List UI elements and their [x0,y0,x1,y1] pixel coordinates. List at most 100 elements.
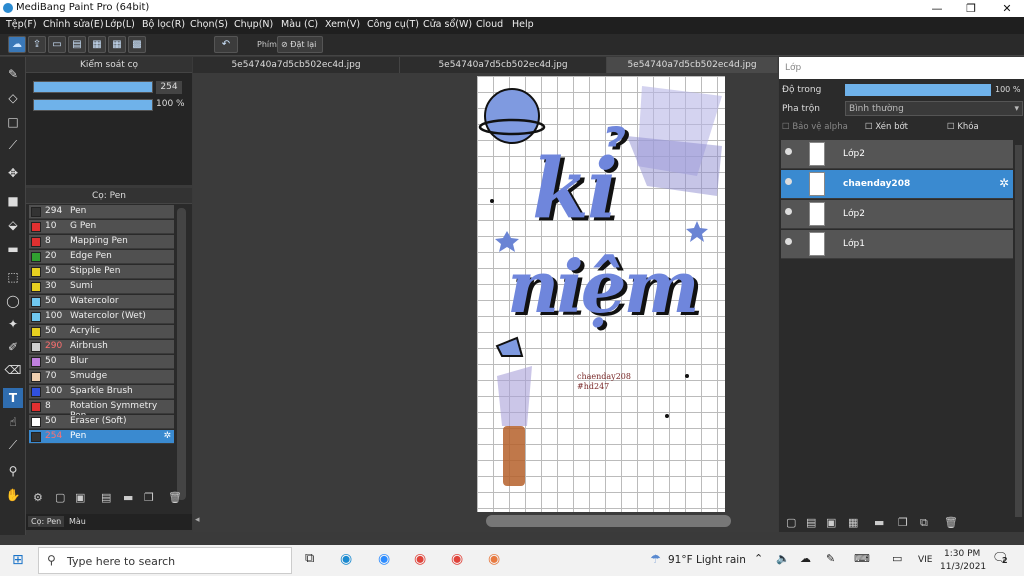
brush-item[interactable]: 100 Watercolor (Wet) [29,310,174,324]
dot-tool-icon[interactable]: □ [3,112,23,132]
layer-item[interactable]: Lớp1 [781,230,1013,259]
menu-select[interactable]: Chọn(S) [190,19,228,30]
brush-item[interactable]: 50 Acrylic [29,325,174,339]
layer-item[interactable]: Lớp2 [781,140,1013,169]
menu-filter[interactable]: Bộ lọc(R) [142,19,185,30]
layer-item[interactable]: Lớp2 [781,200,1013,229]
layer-item[interactable]: chaenday208 ✲ [781,170,1013,199]
brush-item[interactable]: 50 Eraser (Soft) [29,415,174,429]
tray-chevron-icon[interactable]: ⌃ [754,552,763,565]
size-slider[interactable] [33,81,153,93]
eye-icon[interactable] [785,178,792,185]
task-view-icon[interactable]: ⧉ [305,551,314,566]
copy-brush-icon[interactable]: ❐ [144,491,154,504]
layer-settings-icon[interactable]: ✲ [999,176,1009,190]
eye-icon[interactable] [785,208,792,215]
close-button[interactable]: ✕ [990,0,1024,17]
layer-scrollbar[interactable] [1015,145,1022,517]
language-indicator[interactable]: VIE [918,555,933,565]
brush-item[interactable]: 50 Stipple Pen [29,265,174,279]
text-tool-icon[interactable]: T [3,388,23,408]
size-value[interactable]: 254 [156,81,182,94]
divide-tool-icon[interactable]: ⟋ [3,435,23,455]
minimize-button[interactable]: — [920,0,954,17]
trash-icon[interactable]: 🗑 [168,491,182,504]
lock-checkbox[interactable]: ☐ Khóa [947,122,1023,132]
brush-item[interactable]: 70 Smudge [29,370,174,384]
network-icon[interactable]: ▭ [892,552,902,565]
brush-item[interactable]: 294 Pen [29,205,174,219]
eye-icon[interactable] [785,238,792,245]
brush-item[interactable]: 100 Sparkle Brush [29,385,174,399]
brush-item[interactable]: 50 Blur [29,355,174,369]
weather-text[interactable]: 91°F Light rain [668,554,746,566]
cloud-tray-icon[interactable]: ☁ [800,552,811,565]
scroll-left-icon[interactable]: ◂ [195,515,200,525]
tiles-icon[interactable]: ▩ [128,36,146,53]
menu-layer[interactable]: Lớp(L) [105,19,135,30]
edge-icon[interactable]: ◉ [340,551,352,567]
blend-mode-select[interactable]: Bình thường ▾ [845,101,1023,116]
menu-view[interactable]: Xem(V) [325,19,360,30]
brush-item[interactable]: 254 Pen ✲ [29,430,174,444]
brush-item[interactable]: 290 Airbrush [29,340,174,354]
duplicate-layer-icon[interactable]: ❐ [898,516,908,529]
layer-folder-icon[interactable]: ▬ [874,516,884,529]
cloud-icon[interactable]: ☁ [8,36,26,53]
reset-button[interactable]: ⊘ Đặt lại [277,36,323,53]
brush-tool-icon[interactable]: ✎ [3,64,23,84]
add-brush-icon[interactable]: ▣ [75,491,85,504]
maximize-button[interactable]: ❐ [954,0,988,17]
tab-brush[interactable]: Cọ: Pen [28,516,65,527]
merge-layer-icon[interactable]: ⧉ [920,516,928,530]
brush-item[interactable]: 10 G Pen [29,220,174,234]
lasso-tool-icon[interactable]: ◯ [3,291,23,311]
menu-help[interactable]: Help [512,19,534,30]
brush-item[interactable]: 8Rotation Symmetry Pen [29,400,174,421]
layer-opacity-slider[interactable] [845,84,991,96]
keyboard-icon[interactable]: ⌨ [854,552,870,565]
undo-icon[interactable]: ↶ [214,36,238,53]
gear-icon[interactable]: ✲ [163,431,171,441]
folder-icon[interactable]: ▬ [123,491,133,504]
brush-item[interactable]: 50 Watercolor [29,295,174,309]
gradient-tool-icon[interactable]: ▬ [3,239,23,259]
clock-date[interactable]: 11/3/2021 [940,562,986,572]
new-layer-icon[interactable]: ▢ [786,516,796,529]
doc-tab-1[interactable]: 5e54740a7d5cb502ec4d.jpg [193,57,400,73]
eye-icon[interactable] [785,148,792,155]
comment-icon[interactable]: ▭ [48,36,66,53]
doc-tab-3[interactable]: 5e54740a7d5cb502ec4d.jpg [607,57,778,73]
windows-start-icon[interactable]: ⊞ [12,552,24,568]
eraser-tool-icon[interactable]: ◇ [3,88,23,108]
eyedropper-tool-icon[interactable]: ⚲ [3,461,23,481]
brush-settings-icon[interactable]: ⚙ [33,491,43,504]
brush-scrollbar[interactable] [177,208,186,500]
message-icon[interactable]: ▤ [68,36,86,53]
new-brush-icon[interactable]: ▢ [55,491,65,504]
pen-tray-icon[interactable]: ✎ [826,552,835,565]
move-tool-icon[interactable]: ✥ [3,163,23,183]
zoom-icon[interactable]: ◉ [378,551,390,567]
menu-edit[interactable]: Chỉnh sửa(E) [43,19,104,30]
menu-snap[interactable]: Chụp(N) [234,19,273,30]
protect-alpha-checkbox[interactable]: ☐ Bảo vệ alpha [782,122,862,132]
clock-time[interactable]: 1:30 PM [944,549,980,559]
medibang-icon[interactable]: ◉ [488,551,500,567]
doc-tab-2[interactable]: 5e54740a7d5cb502ec4d.jpg [400,57,607,73]
hand-tool-icon[interactable]: ✋ [3,485,23,505]
menu-cloud[interactable]: Cloud [476,19,503,30]
bucket-tool-icon[interactable]: ⬙ [3,215,23,235]
volume-icon[interactable]: 🔈 [776,552,790,565]
add-layer-icon[interactable]: ▣ [826,516,836,529]
tab-color[interactable]: Màu [66,516,89,527]
operation-tool-icon[interactable]: ☝ [3,412,23,432]
menu-window[interactable]: Cửa sổ(W) [423,19,472,30]
brush-item[interactable]: 30 Sumi [29,280,174,294]
magic-wand-tool-icon[interactable]: ✦ [3,314,23,334]
menu-tools[interactable]: Công cụ(T) [367,19,419,30]
brush-item[interactable]: 20 Edge Pen [29,250,174,264]
share-icon[interactable]: ⇪ [28,36,46,53]
clipping-checkbox[interactable]: ☐ Xén bớt [865,122,943,132]
chrome-icon[interactable]: ◉ [414,551,426,567]
